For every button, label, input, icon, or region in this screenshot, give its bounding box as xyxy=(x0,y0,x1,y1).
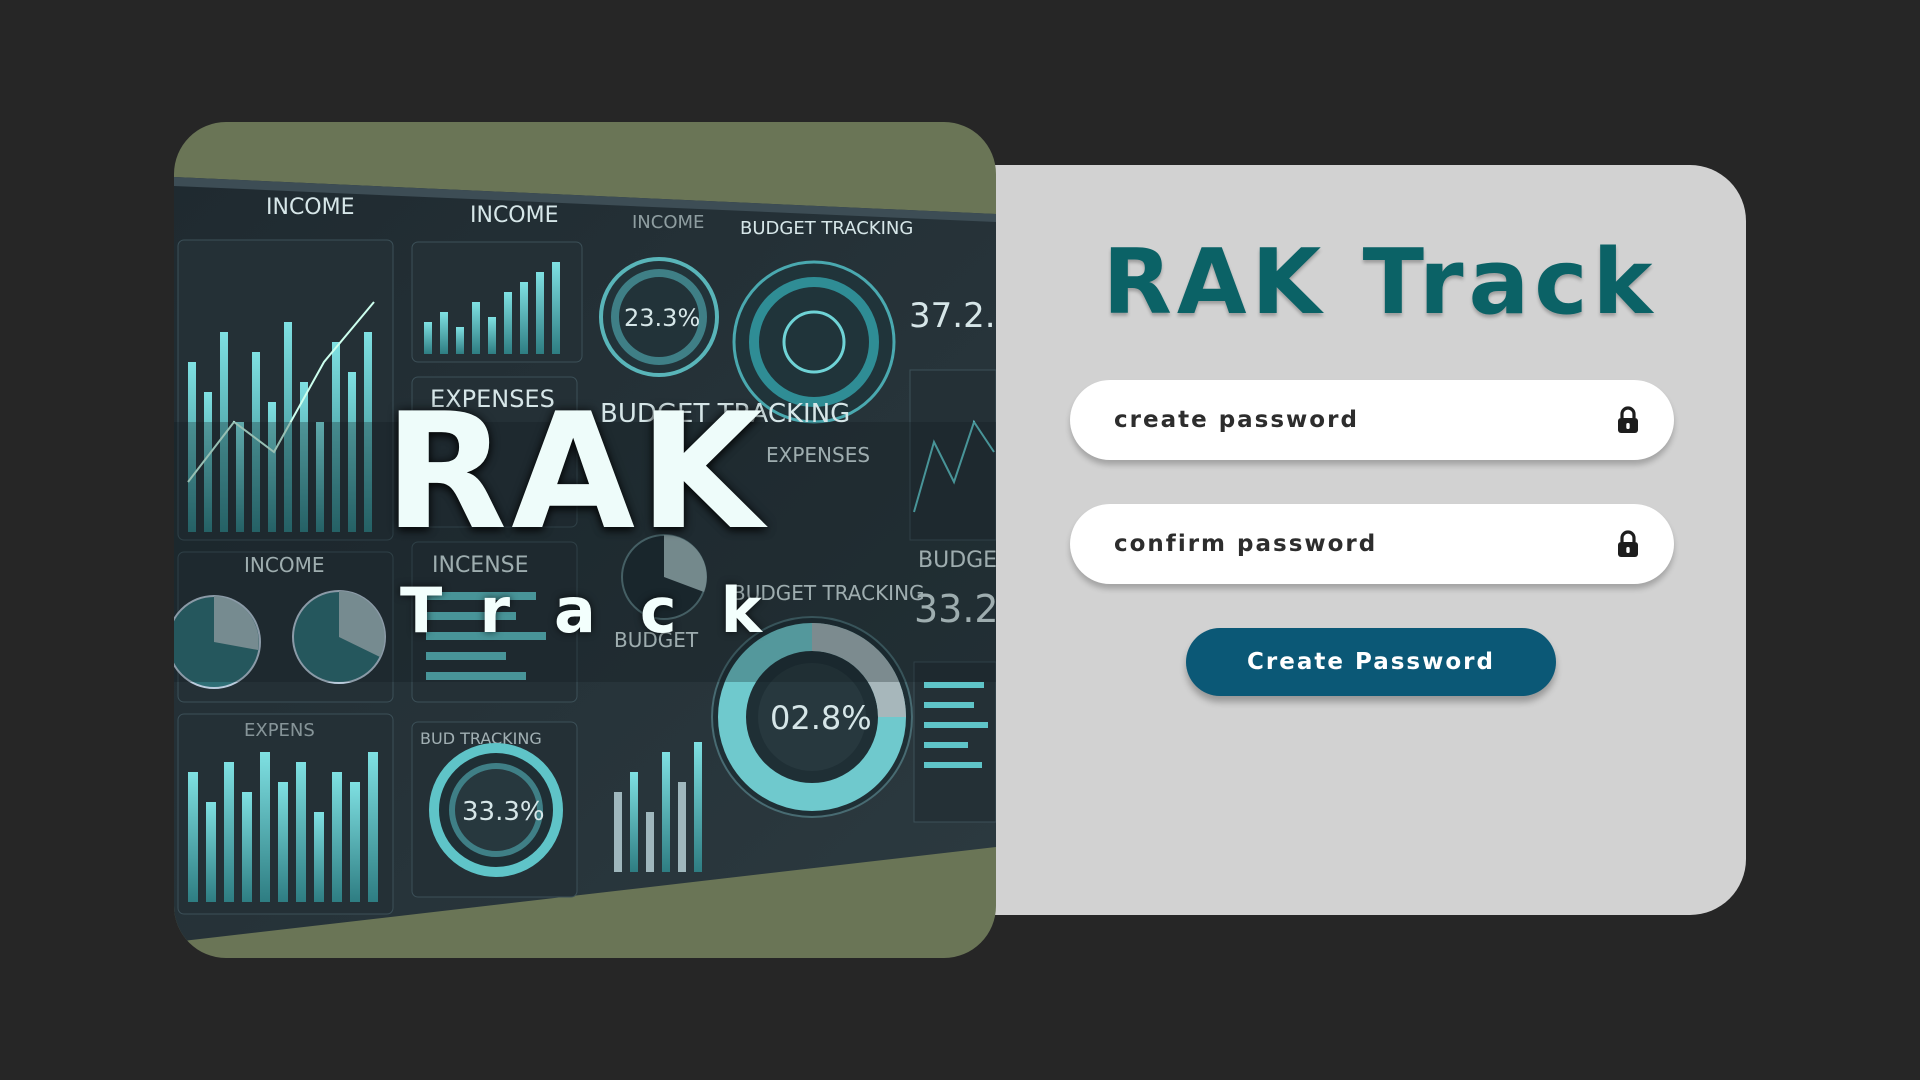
create-password-button[interactable]: Create Password xyxy=(1186,628,1556,696)
dashboard-label: INCOME xyxy=(266,195,355,220)
dashboard-label: EXPENS xyxy=(244,720,315,741)
dashboard-label: INCOME xyxy=(632,212,704,233)
confirm-password-field[interactable] xyxy=(1070,504,1674,584)
lock-icon xyxy=(1614,405,1642,435)
lock-icon xyxy=(1614,529,1642,559)
signup-screen: RAK Track Create Password INCOME INCOME … xyxy=(0,0,1920,1080)
gauge-value: 02.8% xyxy=(770,699,872,737)
hero-title-sub: Track xyxy=(400,574,806,647)
stat-value: 37.2.5 xyxy=(909,296,996,336)
dashboard-label: INCOME xyxy=(470,203,559,228)
create-password-input[interactable] xyxy=(1112,406,1614,434)
hero-title: RAK Track xyxy=(384,378,806,648)
confirm-password-input[interactable] xyxy=(1112,530,1614,558)
hero-dashboard-image: INCOME INCOME INCOME BUDGET TRACKING 23.… xyxy=(174,122,996,958)
create-password-field[interactable] xyxy=(1070,380,1674,460)
dashboard-label: BUDGET TRACKING xyxy=(740,218,913,239)
gauge-value: 33.3% xyxy=(462,797,545,827)
hero-title-main: RAK xyxy=(384,378,768,565)
app-title: RAK Track xyxy=(1102,230,1658,335)
gauge-value: 23.3% xyxy=(624,304,700,332)
